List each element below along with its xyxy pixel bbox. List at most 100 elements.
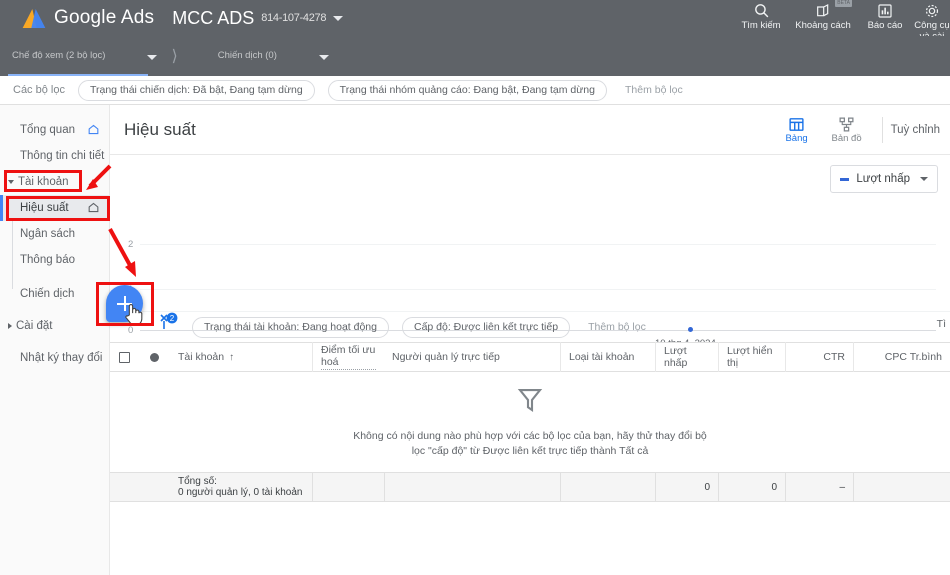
table-filter-bar: Trạng thái tài khoản: Đang hoạt động Cấp… [110,311,950,342]
column-label: CPC Tr.bình [884,351,942,363]
column-header-nguoi-quan-ly[interactable]: Người quản lý trực tiếp [384,342,560,372]
metric-legend-swatch [840,177,850,181]
totals-impressions: 0 [718,472,785,502]
checkbox-icon [118,351,130,363]
sidebar-item-nhat-ky-thay-doi[interactable]: Nhật ký thay đổi [0,345,109,371]
selector-bar: Chế độ xem (2 bộ lọc) Tất cả chiến dịch … [0,36,950,575]
metric-selector[interactable]: Lượt nhấp [830,165,938,193]
chevron-right-icon [8,323,12,329]
filter-chip-account-status[interactable]: Trạng thái tài khoản: Đang hoạt động [192,316,389,338]
view-selector-sublabel: Chế độ xem (2 bộ lọc) [12,50,106,61]
search-icon [753,2,770,19]
metric-selector-value: Lượt nhấp [856,173,910,185]
column-label: CTR [823,351,845,363]
column-label: Người quản lý trực tiếp [392,351,500,363]
account-id: 814-107-4278 [261,12,327,24]
sidebar-item-label: Ngân sách [20,228,75,240]
tab-ban-do[interactable]: Bản đồ [822,115,872,144]
totals-sublabel: 0 người quản lý, 0 tài khoản [178,487,303,498]
sidebar-item-thong-bao[interactable]: Thông báo [0,247,109,273]
table-icon [788,115,805,133]
page-title: Hiệu suất [124,119,196,139]
reports-label: Báo cáo [867,20,903,31]
chart-gridline [140,289,936,290]
sidebar-item-chien-dich[interactable]: Chiến dịch [0,281,109,307]
filter-chip-level[interactable]: Cấp độ: Được liên kết trực tiếp [401,316,571,338]
tools-settings-icon [924,2,940,19]
sidebar-item-label: Nhật ký thay đổi [20,352,103,364]
sidebar-item-label: Thông tin chi tiết [20,150,105,162]
totals-optimization-cell [312,472,384,502]
distance-button[interactable]: BETA Khoảng cách [790,0,856,32]
column-header-luot-hien-thi[interactable]: Lượt hiển thị [718,342,785,372]
column-header-luot-nhap[interactable]: Lượt nhấp [655,342,718,372]
main-panel: Hiệu suất Bảng Bản đồ Tuỳ chỉnh Lượt nhấ… [110,105,950,575]
add-filter-button[interactable]: Thêm bộ lọc [625,84,683,96]
campaign-selector-chevron-down-icon[interactable] [318,55,329,60]
column-header-loai-tai-khoan[interactable]: Loại tài khoản [560,342,655,372]
select-all-checkbox[interactable] [110,342,138,372]
top-bar: Google Ads MCC ADS 814-107-4278 Tìm kiếm… [0,0,950,53]
tab-ban-do-label: Bản đồ [831,133,862,144]
account-name: MCC ADS [172,7,255,28]
totals-label: Tổng số: [178,476,217,487]
svg-text:2: 2 [170,314,175,323]
view-toggle-group: Bảng Bản đồ Tuỳ chỉnh [772,105,950,155]
customize-button[interactable]: Tuỳ chỉnh [891,124,950,136]
column-label: Lượt nhấp [664,345,688,369]
annotation-box-hieu-suat [6,196,110,221]
campaign-selector-sublabel: Chiến dịch (0) [217,50,277,61]
column-header-tai-khoan[interactable]: Tài khoản ↑ [170,342,312,372]
reports-icon [877,2,893,19]
column-header-ctr[interactable]: CTR [785,342,853,372]
totals-ctr: – [785,472,853,502]
annotation-box-tai-khoan [4,170,82,192]
chart-gridline [140,244,936,245]
account-chevron-down-icon[interactable] [333,15,344,21]
view-selector-chevron-down-icon[interactable] [147,55,158,60]
step-marker-badge: 2 [155,312,179,339]
sidebar-item-cai-dat[interactable]: Cài đặt [0,313,109,339]
column-label: Loại tài khoản [569,351,635,363]
sort-ascending-icon: ↑ [229,351,235,363]
distance-icon [815,2,831,19]
page-header: Hiệu suất Bảng Bản đồ Tuỳ chỉnh [110,105,950,155]
reports-button[interactable]: Báo cáo [856,0,914,32]
empty-state-line-1: Không có nội dung nào phù hợp với các bộ… [353,430,707,442]
totals-avg-cpc [853,472,950,502]
distance-label: Khoảng cách [795,20,851,31]
chevron-down-icon [920,177,928,181]
toolbar-divider [881,116,883,143]
filter-chip-adgroup-status[interactable]: Trạng thái nhóm quảng cáo: Đang bật, Đan… [327,79,607,101]
table-totals-row: Tổng số: 0 người quản lý, 0 tài khoản 0 … [110,472,950,502]
status-column-header[interactable] [138,342,170,372]
circle-icon [149,352,159,362]
annotation-arrow-to-tai-khoan [86,164,112,190]
sidebar-item-label: Thông báo [20,254,75,266]
accounts-table: Tài khoản ↑ Điểm tối ưu hoá Người quản l… [110,342,950,502]
annotation-arrow-to-fab [108,228,136,277]
filter-bar-label: Các bộ lọc [13,84,65,96]
search-button[interactable]: Tìm kiếm [732,0,790,32]
google-ads-app: Google Ads MCC ADS 814-107-4278 Tìm kiếm… [0,0,950,575]
beta-badge: BETA [835,0,852,7]
empty-state-line-2: lọc "cấp độ" từ Được liên kết trực tiếp … [411,445,649,457]
sidebar-item-tong-quan[interactable]: Tổng quan [0,117,109,143]
sidebar-item-label: Tổng quan [20,124,75,136]
totals-manager-cell [384,472,560,502]
selector-separator: ⟩ [171,48,178,65]
filter-funnel-icon [515,385,545,420]
column-header-diem-toi-uu-hoa[interactable]: Điểm tối ưu hoá [312,342,384,372]
sidebar-item-ngan-sach[interactable]: Ngân sách [0,221,109,247]
campaign-selector[interactable]: Chiến dịch (0) Chọn chiến dịch [110,36,950,575]
google-ads-logo-icon [22,8,46,28]
brand-title: Google Ads [54,7,155,28]
sidebar-item-label: Chiến dịch [20,288,75,300]
filter-chip-campaign-status[interactable]: Trạng thái chiến dịch: Đã bật, Đang tạm … [77,79,315,101]
add-filter-button-2[interactable]: Thêm bộ lọc [588,321,646,333]
map-nodes-icon [838,115,855,133]
home-icon [87,123,100,139]
tab-bang[interactable]: Bảng [772,115,822,144]
column-header-cpc-trung-binh[interactable]: CPC Tr.bình [853,342,950,372]
view-selector[interactable]: Chế độ xem (2 bộ lọc) Tất cả chiến dịch [12,36,950,575]
